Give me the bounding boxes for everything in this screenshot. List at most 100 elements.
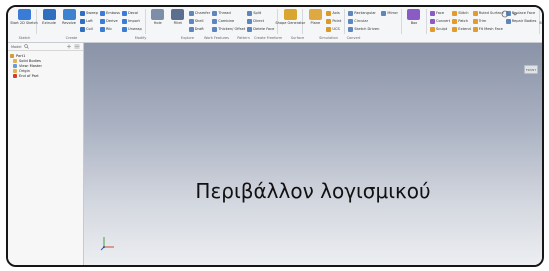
ribbon-button-label: Stitch (458, 11, 469, 15)
shell-button[interactable]: Shell (188, 18, 210, 25)
combine-button[interactable]: Combine (212, 18, 245, 25)
browser-menu-icon[interactable] (74, 44, 80, 49)
hole-button[interactable]: Hole (149, 9, 167, 31)
ribbon-button-label: Shape Generator (275, 21, 306, 25)
ribbon-button-label: Rib (105, 27, 112, 31)
ribbon-button-label: Circular (354, 19, 369, 23)
fillet-button[interactable]: Fillet (169, 9, 187, 31)
ribbon-button-column: Ruled Surface Trim Fit Mesh Face (472, 9, 504, 33)
delete-face-button[interactable]: Delete Face (247, 26, 274, 33)
ribbon-group-modify: Hole Fillet Chamfer Shell Draft Thread Combine… (146, 9, 279, 34)
ribbon-button-label: Fit Mesh Face (478, 27, 503, 31)
ribbon-button-label: Axis (332, 11, 340, 15)
ribbon-button-column: Axis Point UCS (326, 9, 341, 33)
ribbon-group-label: Create Freeform (254, 36, 283, 40)
extend-button[interactable]: Extend (452, 26, 471, 33)
ribbon-button-label: Plane (310, 21, 321, 25)
ribbon-group-label: Surface (290, 36, 305, 40)
plane-icon (308, 9, 322, 20)
split-button[interactable]: Split (247, 10, 274, 17)
extend-icon (452, 27, 458, 32)
emboss-button[interactable]: Emboss (99, 10, 120, 17)
ribbon-group-surface: Face Convert Sculpt Stitch Patch Extend Ruled … (427, 9, 541, 34)
coil-icon (80, 27, 85, 32)
split-icon (247, 11, 253, 16)
point-button[interactable]: Point (326, 18, 341, 25)
ribbon-group-label: Sketch (18, 36, 31, 40)
ribbon-group-label: Simulation (319, 36, 338, 40)
ribbon-button-label: Convert (435, 19, 451, 23)
convert-button[interactable]: Convert (429, 18, 451, 25)
ribbon-group-work-features: Plane Axis Point UCS (303, 9, 346, 34)
ucs-button[interactable]: UCS (326, 26, 341, 33)
shape-generator-button[interactable]: Shape Generator (275, 9, 305, 31)
ribbon-button-column: Rectangular Circular Sketch Driven (348, 9, 379, 33)
thicken-button[interactable]: Thicken/ Offset (212, 26, 245, 33)
ribbon-button-label: Repair Bodies (511, 19, 537, 23)
viewcube[interactable]: FRONT (524, 65, 538, 74)
search-icon[interactable] (23, 44, 29, 49)
extrude-button[interactable]: Extrude (40, 9, 58, 31)
mirror-button[interactable]: Mirror (381, 10, 398, 17)
coil-button[interactable]: Coil (80, 26, 98, 33)
ribbon-button-column: Decal Import Unwrap (121, 9, 142, 33)
shell-icon (188, 19, 194, 24)
ruled-surface-button[interactable]: Ruled Surface (472, 10, 504, 17)
loft-button[interactable]: Loft (80, 18, 98, 25)
import-button[interactable]: Import (121, 18, 142, 25)
thread-button[interactable]: Thread (212, 10, 245, 17)
ribbon-button-label: Point (332, 19, 342, 23)
repair-bodies-button[interactable]: Repair Bodies (505, 18, 537, 25)
revolve-button[interactable]: Revolve (60, 9, 78, 31)
ribbon-group-label: Explore (180, 36, 195, 40)
ribbon-button-label: Chamfer (194, 11, 211, 15)
sculpt-button[interactable]: Sculpt (429, 26, 450, 33)
axis-button[interactable]: Axis (326, 10, 341, 17)
ribbon-button-label: Shell (194, 19, 204, 23)
chevron-down-icon[interactable] (512, 10, 518, 18)
ribbon-group-create: Extrude Revolve Sweep Loft Coil Emboss Derive R… (37, 9, 146, 34)
add-tab-icon[interactable] (66, 44, 72, 49)
trim-button[interactable]: Trim (472, 18, 504, 25)
ribbon-button-column: Emboss Derive Rib (99, 9, 120, 33)
stitch-button[interactable]: Stitch (452, 10, 471, 17)
ribbon-button-label: Revolve (62, 21, 76, 25)
delete-face-icon (247, 27, 253, 32)
axis-icon (326, 11, 332, 16)
sweep-button[interactable]: Sweep (80, 10, 98, 17)
graphics-viewport[interactable]: FRONT Περιβάλλον λογισμικού (84, 43, 542, 265)
ribbon-group-label: Create (65, 36, 78, 40)
ribbon-button-label: Mirror (387, 11, 398, 15)
decal-button[interactable]: Decal (121, 10, 142, 17)
fit-mesh-face-button[interactable]: Fit Mesh Face (472, 26, 504, 33)
direct-button[interactable]: Direct (247, 18, 274, 25)
ribbon-group-label: Convert (346, 36, 361, 40)
fit-mesh-face-icon (472, 27, 478, 32)
patch-button[interactable]: Patch (452, 18, 471, 25)
box-button[interactable]: Box (405, 9, 423, 31)
derive-button[interactable]: Derive (99, 18, 120, 25)
plane-button[interactable]: Plane (306, 9, 324, 31)
face-button[interactable]: Face (429, 10, 450, 17)
unwrap-button[interactable]: Unwrap (121, 26, 142, 33)
browser-item[interactable]: End of Part (10, 73, 81, 78)
chamfer-button[interactable]: Chamfer (188, 10, 211, 17)
stress-analysis-button[interactable]: Stress Analysis (539, 21, 542, 25)
derive-icon (99, 19, 105, 24)
chamfer-icon (188, 11, 194, 16)
point-icon (326, 19, 332, 24)
sketch-button[interactable]: Start 2D Sketch (10, 9, 38, 31)
sculpt-icon (429, 27, 435, 32)
help-icon[interactable] (501, 10, 509, 18)
circular-pattern-button[interactable]: Circular (348, 18, 379, 25)
rectangular-pattern-button[interactable]: Rectangular (348, 10, 379, 17)
ribbon: Start 2D Sketch Extrude Revolve Sweep Loft Co… (8, 7, 542, 43)
sketch-driven-button[interactable]: Sketch Driven (348, 26, 379, 33)
ribbon-button-label: Hole (153, 21, 162, 25)
ribbon-button-column: Stitch Patch Extend (452, 9, 471, 33)
rectangular-pattern-icon (348, 11, 354, 16)
ribbon-button-label: Start 2D Sketch (10, 21, 38, 25)
trim-icon (472, 19, 478, 24)
draft-button[interactable]: Draft (188, 26, 210, 33)
rib-button[interactable]: Rib (99, 26, 120, 33)
